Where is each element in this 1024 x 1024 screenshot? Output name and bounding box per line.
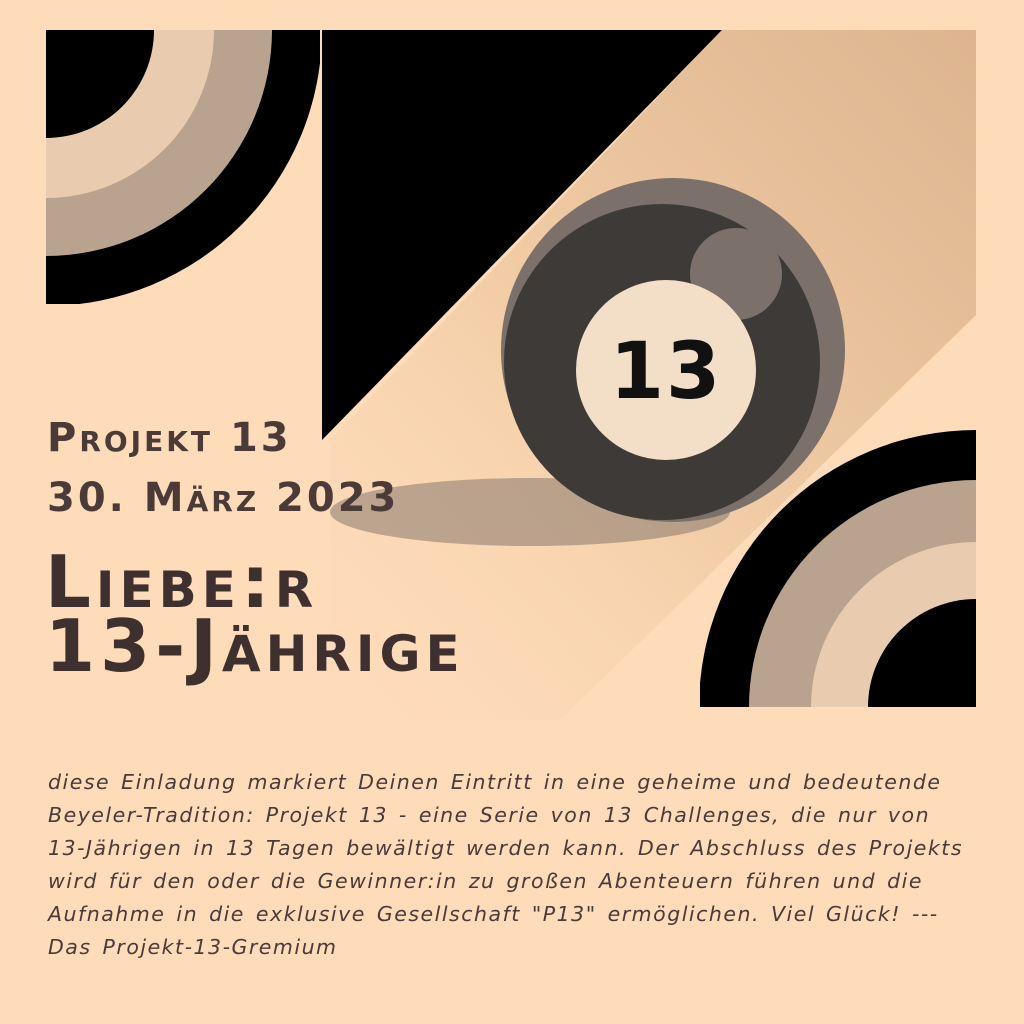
invitation-poster: 13 Projekt 13 30. März 2023 Liebe:r 13-J…	[0, 0, 1024, 1024]
project-title: Projekt 13	[47, 415, 292, 461]
greeting-heading: Liebe:r 13-Jährige	[45, 546, 465, 688]
greeting-line-2: 13-Jährige	[45, 604, 465, 688]
ball-number: 13	[610, 327, 723, 417]
event-date: 30. März 2023	[47, 475, 400, 521]
invitation-body-text: diese Einladung markiert Deinen Eintritt…	[48, 770, 963, 959]
